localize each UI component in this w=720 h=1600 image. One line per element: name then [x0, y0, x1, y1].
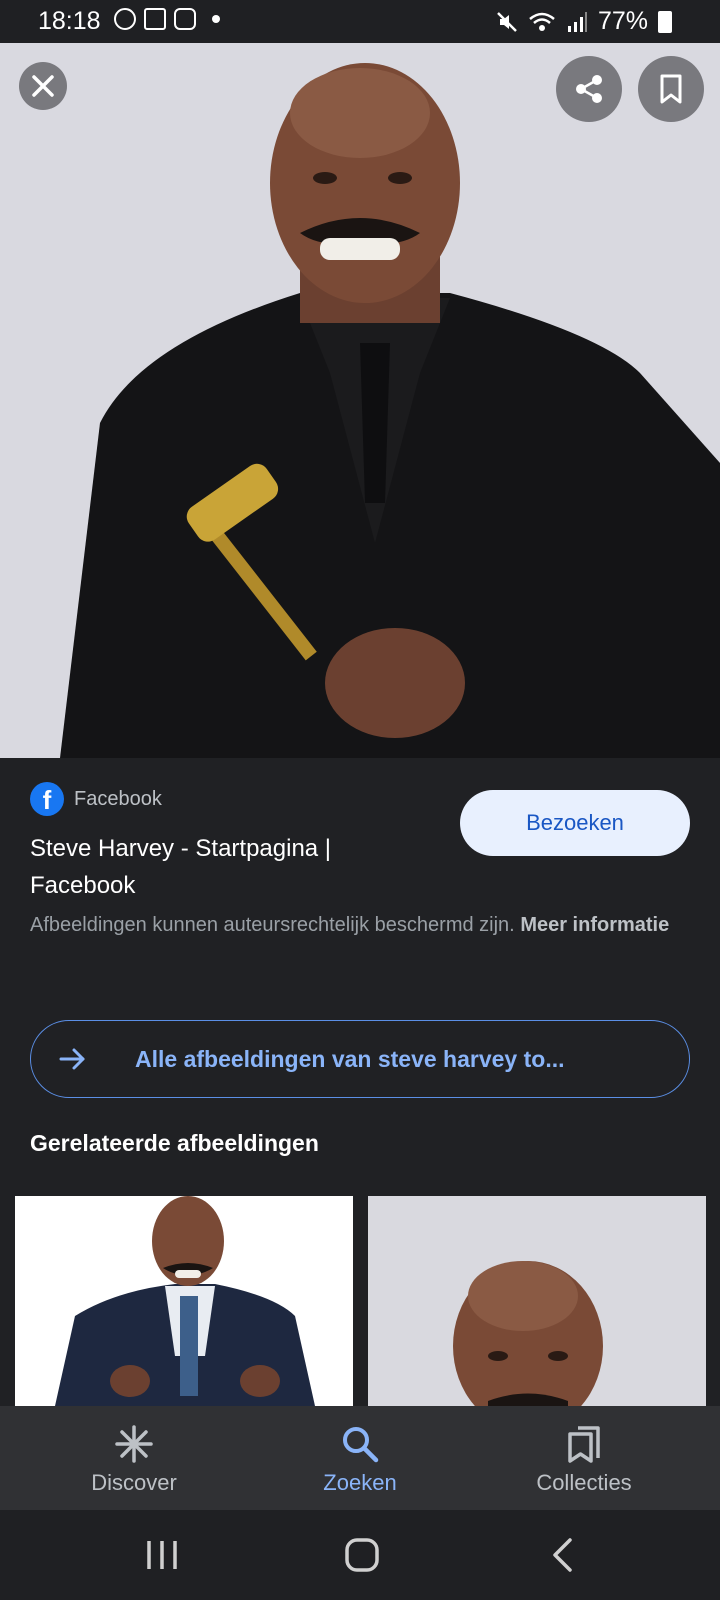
related-image-thumbnail[interactable]	[368, 1196, 706, 1406]
bottom-navigation: Discover Zoeken Collecties	[0, 1406, 720, 1510]
source-name: Facebook	[74, 787, 162, 810]
system-navigation	[0, 1510, 720, 1600]
related-images-heading: Gerelateerde afbeeldingen	[30, 1130, 319, 1156]
signal-icon	[567, 11, 587, 32]
close-icon	[32, 75, 54, 97]
nav-search-label: Zoeken	[323, 1470, 397, 1495]
status-time: 18:18	[38, 7, 101, 35]
all-images-button[interactable]: Alle afbeeldingen van steve harvey to...	[30, 1020, 690, 1098]
back-icon	[553, 1538, 572, 1572]
nav-discover[interactable]: Discover	[34, 1406, 234, 1510]
battery-level: 77%	[597, 7, 648, 35]
share-button[interactable]	[556, 56, 622, 122]
home-icon	[345, 1538, 379, 1572]
recent-apps-button[interactable]	[122, 1510, 202, 1600]
gallery-icon	[144, 8, 166, 30]
copyright-text: Afbeeldingen kunnen auteursrechtelijk be…	[30, 914, 515, 936]
source[interactable]: f Facebook	[30, 782, 162, 816]
status-bar: 18:18 77%	[0, 0, 720, 43]
nav-search[interactable]: Zoeken	[260, 1406, 460, 1510]
main-image[interactable]	[0, 43, 720, 758]
home-button[interactable]	[322, 1510, 402, 1600]
page-title[interactable]: Steve Harvey - Startpagina | Facebook	[30, 830, 430, 904]
notification-icons	[114, 8, 220, 30]
save-button[interactable]	[638, 56, 704, 122]
facebook-icon: f	[30, 782, 64, 816]
search-icon	[340, 1424, 380, 1464]
copyright-notice: Afbeeldingen kunnen auteursrechtelijk be…	[30, 908, 690, 942]
nav-discover-label: Discover	[91, 1470, 177, 1495]
battery-icon	[658, 10, 672, 33]
whatsapp-icon	[114, 8, 136, 30]
person-photo	[0, 43, 720, 758]
visit-button[interactable]: Bezoeken	[460, 790, 690, 856]
discover-icon	[114, 1424, 154, 1464]
arrow-right-icon	[59, 1047, 87, 1071]
related-image-thumbnail[interactable]	[15, 1196, 353, 1406]
instagram-icon	[174, 8, 196, 30]
result-panel: f Facebook Steve Harvey - Startpagina | …	[0, 758, 720, 1406]
share-icon	[576, 75, 602, 103]
all-images-label: Alle afbeeldingen van steve harvey to...	[135, 1045, 565, 1072]
wifi-icon	[529, 12, 555, 31]
more-notifications-dot	[212, 15, 220, 23]
more-info-link[interactable]: Meer informatie	[520, 914, 669, 936]
collections-icon	[564, 1424, 604, 1464]
status-icons: 77%	[496, 7, 672, 36]
nav-collections-label: Collecties	[536, 1470, 632, 1495]
recent-apps-icon	[147, 1541, 177, 1569]
mute-icon	[497, 11, 517, 32]
close-button[interactable]	[19, 62, 67, 110]
nav-collections[interactable]: Collecties	[484, 1406, 684, 1510]
back-button[interactable]	[522, 1510, 602, 1600]
bookmark-icon	[660, 74, 682, 104]
